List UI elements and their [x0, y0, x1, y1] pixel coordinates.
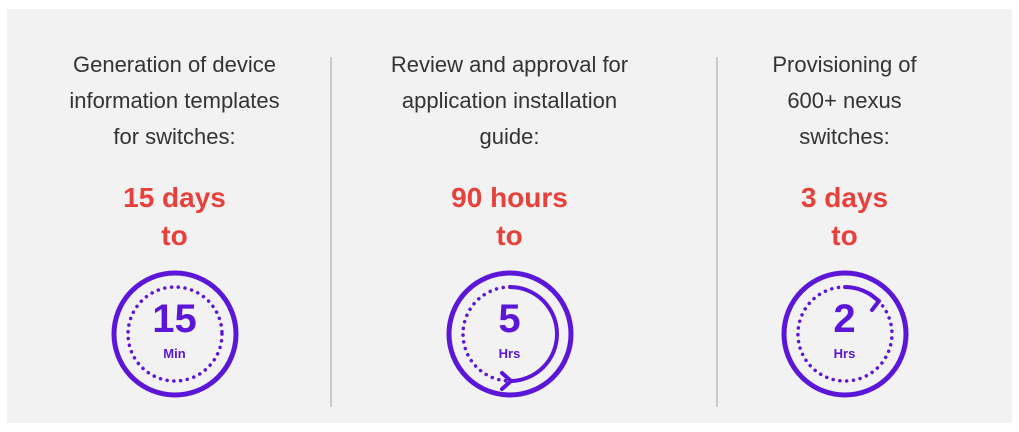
stat-connector: to — [496, 220, 523, 251]
stat-column-provisioning: Provisioning of 600+ nexus switches: 3 d… — [677, 9, 1012, 423]
stopwatch-unit: Min — [163, 346, 186, 361]
stat-description: Review and approval for application inst… — [390, 52, 629, 149]
stat-column-review: Review and approval for application inst… — [342, 9, 677, 423]
stat-before-value: 90 hours — [451, 182, 568, 213]
stat-result: 3 days to — [801, 179, 888, 255]
stat-result: 15 days to — [123, 179, 226, 255]
stopwatch-icon: 15 Min — [110, 269, 240, 399]
column-divider — [716, 57, 718, 407]
stopwatch-unit: Hrs — [498, 346, 521, 361]
stopwatch-value: 5 — [498, 297, 521, 341]
stat-description: Generation of device information templat… — [69, 52, 280, 149]
stats-panel: Generation of device information templat… — [7, 9, 1012, 423]
stopwatch-icon: 5 Hrs — [445, 269, 575, 399]
stat-result: 90 hours to — [451, 179, 568, 255]
stopwatch-value: 2 — [833, 297, 856, 341]
stat-before-value: 15 days — [123, 182, 226, 213]
stat-connector: to — [161, 220, 188, 251]
stopwatch-unit: Hrs — [833, 346, 856, 361]
stopwatch-icon: 2 Hrs — [780, 269, 910, 399]
stat-column-templates: Generation of device information templat… — [7, 9, 342, 423]
stat-before-value: 3 days — [800, 182, 889, 213]
stopwatch-value: 15 — [152, 297, 197, 341]
stat-description: Provisioning of 600+ nexus switches: — [772, 52, 917, 149]
column-divider — [330, 57, 332, 407]
stat-connector: to — [831, 220, 858, 251]
